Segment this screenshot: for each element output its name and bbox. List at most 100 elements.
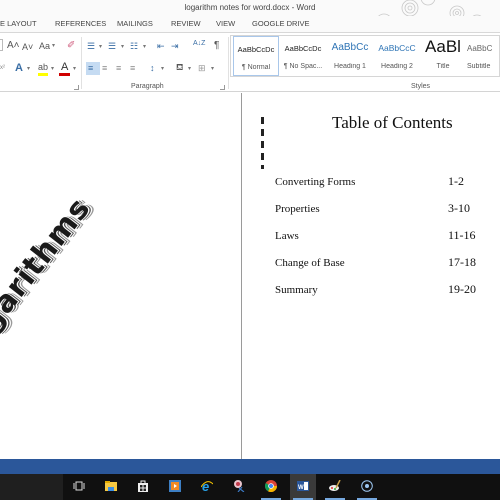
increase-indent-icon[interactable]: ⇥ [171,41,179,51]
font-size-box[interactable] [0,39,3,51]
align-left-icon[interactable]: ≡ [88,63,93,73]
ribbon-tabs: E LAYOUT REFERENCES MAILINGS REVIEW VIEW… [0,16,500,32]
svg-text:W: W [298,485,304,491]
page-divider [241,93,242,459]
toc-entry: Laws 11-16 [275,228,485,244]
style-no-spacing[interactable]: AaBbCcDc ¶ No Spac... [280,36,326,76]
show-marks-button[interactable]: ¶ [214,41,219,51]
toc-entry-pages: 19-20 [448,282,476,296]
taskbar-task-view[interactable] [66,474,92,500]
tab-mailings[interactable]: MAILINGS [117,19,153,28]
borders-icon[interactable]: ⊞ [198,63,206,73]
highlight-color-swatch [38,73,48,76]
clear-formatting-icon[interactable]: ✐ [67,41,75,51]
align-right-icon[interactable]: ≡ [116,63,121,73]
tab-google-drive[interactable]: GOOGLE DRIVE [252,19,310,28]
bullets-icon[interactable]: ☰ [87,41,95,51]
toc-entry-pages: 17-18 [448,255,476,269]
task-view-icon [73,481,85,491]
toc-entry-label: Laws [275,230,299,242]
chevron-down-icon[interactable]: ▾ [211,64,214,74]
tab-view[interactable]: VIEW [216,19,235,28]
chevron-down-icon[interactable]: ▾ [121,42,124,52]
taskbar-file-explorer[interactable] [98,474,124,500]
record-icon [361,480,373,492]
multilevel-list-icon[interactable]: ☷ [130,41,138,51]
shading-icon[interactable]: ⛾ [176,62,183,72]
chevron-down-icon[interactable]: ▾ [51,64,54,74]
tab-references[interactable]: REFERENCES [55,19,106,28]
paragraph-group-label: Paragraph [131,83,164,90]
font-color-swatch [59,73,70,76]
font-color-button[interactable]: A [61,62,68,73]
style-normal[interactable]: AaBbCcDc ¶ Normal [233,36,279,76]
taskbar-paint-app[interactable] [322,474,348,500]
numbering-icon[interactable]: ☰ [108,41,116,51]
chevron-down-icon[interactable]: ▾ [73,64,76,74]
style-title[interactable]: AaBl Title [421,36,465,76]
toc-entry-label: Converting Forms [275,176,356,188]
word-icon: W [297,481,309,491]
internet-explorer-icon: e [201,480,213,492]
taskbar-internet-explorer[interactable]: e [194,474,220,500]
toc-entry: Properties 3-10 [275,201,485,217]
dashed-line-shape[interactable] [261,117,264,169]
chrome-icon [265,480,277,492]
taskbar: e W [0,474,500,500]
taskbar-word[interactable]: W [290,474,316,500]
toc-entry: Summary 19-20 [275,282,485,298]
word-window: logarithm notes for word.docx - Word E L… [0,0,500,500]
shrink-font-button[interactable]: A˅ [22,42,33,52]
subscript-icon[interactable]: x² [0,63,5,73]
group-separator [81,37,82,89]
style-heading-1[interactable]: AaBbCc Heading 1 [327,36,373,76]
chevron-down-icon[interactable]: ▾ [143,42,146,52]
grow-font-button[interactable]: A˄ [7,41,20,51]
store-icon [138,480,148,492]
wordart-title[interactable]: Logarithms [0,191,98,371]
highlight-button[interactable]: ab [38,62,48,72]
snipping-tool-icon [234,480,245,492]
chevron-down-icon[interactable]: ▾ [27,64,30,74]
text-effects-button[interactable]: A [15,63,23,74]
sort-button[interactable]: A↓Z [193,39,205,49]
toc-entry-pages: 1-2 [448,174,464,188]
style-heading-2[interactable]: AaBbCcC Heading 2 [374,36,420,76]
toc-entry-pages: 3-10 [448,201,470,215]
chevron-down-icon[interactable]: ▾ [161,64,164,74]
taskbar-chrome[interactable] [258,474,284,500]
toc-entry-label: Change of Base [275,257,345,269]
toc-entry: Converting Forms 1-2 [275,174,485,190]
media-player-icon [169,480,181,492]
justify-icon[interactable]: ≡ [130,63,135,73]
decrease-indent-icon[interactable]: ⇤ [157,41,165,51]
toc-entry-label: Properties [275,203,320,215]
toc-title: Table of Contents [332,113,453,132]
toc-entry-pages: 11-16 [448,228,476,242]
styles-gallery: AaBbCcDc ¶ Normal AaBbCcDc ¶ No Spac... … [230,35,500,77]
chevron-down-icon[interactable]: ▾ [188,64,191,74]
paint-brush-icon [329,480,341,491]
taskbar-media-player[interactable] [162,474,188,500]
change-case-button[interactable]: Aa [39,41,50,51]
taskbar-store[interactable] [130,474,156,500]
status-bar [0,459,500,474]
toc-entry-label: Summary [275,284,318,296]
chevron-down-icon[interactable]: ▾ [99,42,102,52]
align-center-icon[interactable]: ≡ [102,63,107,73]
taskbar-record-app[interactable] [354,474,380,500]
toc-entry: Change of Base 17-18 [275,255,485,271]
group-separator [228,37,229,89]
tab-review[interactable]: REVIEW [171,19,201,28]
styles-group-label: Styles [411,83,431,90]
line-spacing-icon[interactable]: ↕ [150,63,155,73]
tab-page-layout[interactable]: E LAYOUT [0,19,37,28]
style-subtitle[interactable]: AaBbC Subtitle [467,36,500,76]
ribbon: A˄ A˅ Aa ▾ ✐ x² A ▾ ab ▾ A ▾ ☰ ▾ ☰ ▾ ☷ ▾… [0,32,500,92]
paragraph-dialog-launcher[interactable] [220,85,225,90]
taskbar-search-area[interactable] [0,474,63,500]
font-dialog-launcher[interactable] [74,85,79,90]
document-area[interactable]: Logarithms Table of Contents Converting … [0,93,500,459]
chevron-down-icon[interactable]: ▾ [52,41,55,51]
taskbar-snipping-tool[interactable] [226,474,252,500]
